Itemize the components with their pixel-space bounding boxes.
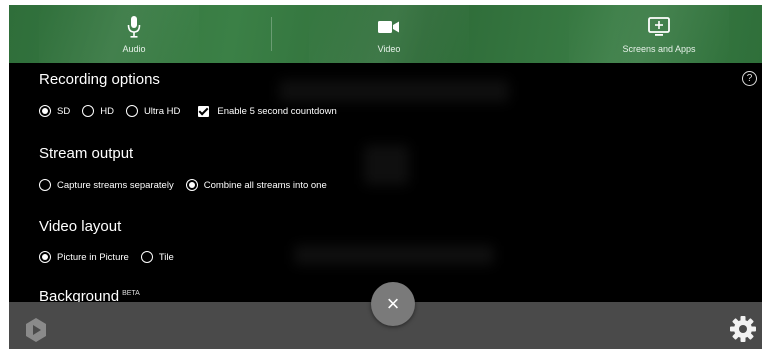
beta-badge: BETA (122, 290, 140, 297)
stream-output-options: Capture streams separately Combine all s… (39, 179, 339, 191)
blurred-preview-text (294, 245, 494, 265)
radio-hd-label: HD (100, 105, 114, 117)
app-logo-icon[interactable] (25, 318, 47, 347)
gear-icon[interactable] (729, 315, 757, 348)
video-camera-icon (378, 15, 400, 39)
blurred-preview-icon (364, 145, 409, 185)
radio-combine-streams-label: Combine all streams into one (203, 179, 327, 191)
radio-indicator-selected (185, 179, 198, 191)
radio-capture-separately-label: Capture streams separately (57, 179, 174, 191)
video-layout-title: Video layout (39, 218, 122, 235)
radio-picture-in-picture[interactable]: Picture in Picture (39, 251, 129, 263)
radio-indicator (39, 179, 51, 191)
close-button[interactable]: × (371, 282, 415, 326)
radio-tile-label: Tile (158, 251, 174, 263)
tab-divider (271, 17, 272, 51)
radio-ultra-hd[interactable]: Ultra HD (125, 105, 181, 117)
radio-sd-label: SD (57, 105, 71, 117)
microphone-icon (127, 15, 141, 39)
radio-tile[interactable]: Tile (140, 251, 174, 263)
recording-options-title: Recording options (39, 71, 160, 88)
radio-indicator-selected (39, 105, 51, 117)
tab-video-label: Video (377, 43, 401, 54)
countdown-checkbox-label: Enable 5 second countdown (217, 105, 337, 117)
radio-indicator (140, 251, 153, 263)
radio-indicator (125, 105, 138, 117)
stream-output-title: Stream output (39, 145, 134, 162)
radio-picture-in-picture-label: Picture in Picture (57, 251, 129, 263)
tab-audio-label: Audio (122, 43, 146, 54)
checkbox-checked-indicator (198, 105, 210, 117)
tab-screens-label: Screens and Apps (622, 43, 696, 54)
recorder-panel: Audio Video Screens and Apps ? Recording… (9, 5, 762, 349)
tab-screens-and-apps[interactable]: Screens and Apps (589, 5, 729, 63)
radio-indicator-selected (39, 251, 51, 263)
radio-sd[interactable]: SD (39, 105, 70, 117)
radio-hd[interactable]: HD (82, 105, 114, 117)
radio-capture-separately[interactable]: Capture streams separately (39, 179, 174, 191)
screen-share-icon (648, 15, 670, 39)
source-tab-bar: Audio Video Screens and Apps (9, 5, 762, 63)
blurred-preview-text (279, 80, 509, 102)
video-layout-options: Picture in Picture Tile (39, 251, 186, 263)
tab-audio[interactable]: Audio (69, 5, 199, 63)
tab-video[interactable]: Video (324, 5, 454, 63)
help-icon[interactable]: ? (742, 71, 757, 86)
close-icon: × (386, 291, 400, 316)
radio-combine-streams[interactable]: Combine all streams into one (185, 179, 327, 191)
radio-ultra-hd-label: Ultra HD (143, 105, 181, 117)
countdown-checkbox[interactable]: Enable 5 second countdown (198, 105, 337, 117)
radio-indicator (82, 105, 95, 117)
recording-quality-options: SD HD Ultra HD Enable 5 second countdown (39, 105, 337, 117)
